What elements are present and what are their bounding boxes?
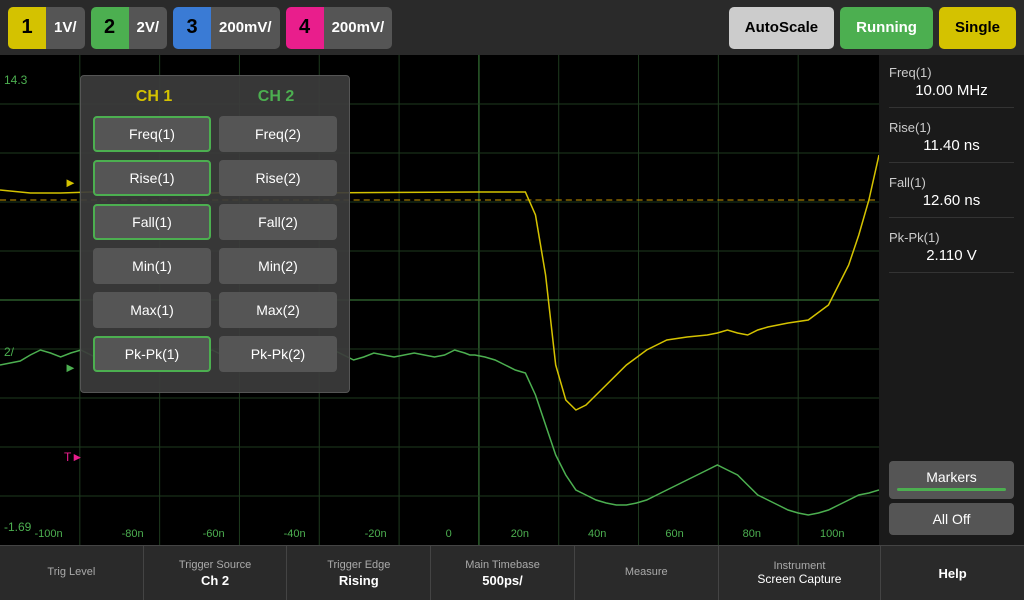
x-label-3: -40n [284,528,306,540]
x-label-10: 100n [820,528,844,540]
measure-btn-rise-1-[interactable]: Rise(1) [93,160,211,196]
help-label: Help [939,566,967,581]
main-timebase-value: 500ps/ [482,573,522,588]
measure-btn-pk-pk-2-[interactable]: Pk-Pk(2) [219,336,337,372]
y-label-mid: 2/ [4,345,14,359]
measurement-item: Rise(1) 11.40 ns [889,120,1014,163]
measurement-value: 2.110 V [889,247,1014,264]
measure-btn-freq-1-[interactable]: Freq(1) [93,116,211,152]
trigger-edge-button[interactable]: Trigger Edge Rising [287,546,431,600]
markers-label: Markers [926,469,977,485]
trigger-edge-value: Rising [339,573,379,588]
measure-title: Measure [625,566,668,578]
measurement-item: Freq(1) 10.00 MHz [889,65,1014,108]
ch4-number: 4 [286,7,324,49]
measurement-label: Rise(1) [889,120,1014,135]
measure-button[interactable]: Measure [575,546,719,600]
measure-row: Freq(1)Freq(2) [93,116,337,152]
ch2-button[interactable]: 2 2V/ [91,7,168,49]
measurement-value: 10.00 MHz [889,82,1014,99]
x-label-0: -100n [34,528,62,540]
bottom-bar: Trig Level Trigger Source Ch 2 Trigger E… [0,545,1024,600]
trig-level-title: Trig Level [47,566,95,578]
measure-btn-max-1-[interactable]: Max(1) [93,292,211,328]
trig-level-button[interactable]: Trig Level [0,546,144,600]
measure-btn-pk-pk-1-[interactable]: Pk-Pk(1) [93,336,211,372]
ch3-scale: 200mV/ [211,7,280,49]
x-label-5: 0 [446,528,452,540]
ch4-button[interactable]: 4 200mV/ [286,7,393,49]
instrument-title: Instrument [773,560,825,572]
trigger-source-value: Ch 2 [201,573,229,588]
instrument-subtitle: Screen Capture [757,572,841,586]
measure-row: Fall(1)Fall(2) [93,204,337,240]
x-label-7: 40n [588,528,606,540]
alloff-button[interactable]: All Off [889,503,1014,535]
ch1-marker-arrow: ► [64,175,77,190]
markers-button[interactable]: Markers [889,461,1014,499]
trigger-source-title: Trigger Source [179,559,251,571]
main-area: 14.3 2/ -1.69 ► ► T► CH 1 CH 2 Freq(1)Fr… [0,55,1024,545]
markers-indicator [897,488,1006,491]
measurement-value: 11.40 ns [889,137,1014,154]
right-panel: Freq(1) 10.00 MHz Rise(1) 11.40 ns Fall(1) 12… [879,55,1024,545]
main-timebase-title: Main Timebase [465,559,540,571]
ch1-number: 1 [8,7,46,49]
measure-ch2-label: CH 2 [258,88,294,106]
ch2-number: 2 [91,7,129,49]
autoscale-button[interactable]: AutoScale [729,7,834,49]
trigger-marker: T► [64,450,83,464]
measurement-item: Pk-Pk(1) 2.110 V [889,230,1014,273]
scope-display: 14.3 2/ -1.69 ► ► T► CH 1 CH 2 Freq(1)Fr… [0,55,879,545]
running-button[interactable]: Running [840,7,933,49]
ch3-button[interactable]: 3 200mV/ [173,7,280,49]
measure-row: Rise(1)Rise(2) [93,160,337,196]
measure-row: Pk-Pk(1)Pk-Pk(2) [93,336,337,372]
measure-row: Max(1)Max(2) [93,292,337,328]
x-axis-labels: -100n -80n -60n -40n -20n 0 20n 40n 60n … [0,528,879,540]
trigger-edge-title: Trigger Edge [327,559,390,571]
measure-btn-max-2-[interactable]: Max(2) [219,292,337,328]
measurement-label: Pk-Pk(1) [889,230,1014,245]
instrument-button[interactable]: Instrument Screen Capture [719,546,882,600]
trigger-source-button[interactable]: Trigger Source Ch 2 [144,546,288,600]
measurement-list: Freq(1) 10.00 MHz Rise(1) 11.40 ns Fall(1) 12… [889,65,1014,285]
measure-btn-min-2-[interactable]: Min(2) [219,248,337,284]
measure-ch1-label: CH 1 [136,88,172,106]
ch3-number: 3 [173,7,211,49]
measurement-label: Freq(1) [889,65,1014,80]
measure-btn-fall-2-[interactable]: Fall(2) [219,204,337,240]
x-label-4: -20n [365,528,387,540]
measurement-item: Fall(1) 12.60 ns [889,175,1014,218]
measure-row: Min(1)Min(2) [93,248,337,284]
measurement-value: 12.60 ns [889,192,1014,209]
measure-header: CH 1 CH 2 [93,88,337,106]
x-label-8: 60n [665,528,683,540]
x-label-1: -80n [122,528,144,540]
measure-btn-fall-1-[interactable]: Fall(1) [93,204,211,240]
measure-btn-freq-2-[interactable]: Freq(2) [219,116,337,152]
help-button[interactable]: Help [881,546,1024,600]
ch1-button[interactable]: 1 1V/ [8,7,85,49]
single-button[interactable]: Single [939,7,1016,49]
measure-btn-min-1-[interactable]: Min(1) [93,248,211,284]
measure-panel: CH 1 CH 2 Freq(1)Freq(2)Rise(1)Rise(2)Fa… [80,75,350,393]
x-label-6: 20n [511,528,529,540]
x-label-2: -60n [203,528,225,540]
top-bar: 1 1V/ 2 2V/ 3 200mV/ 4 200mV/ AutoScale … [0,0,1024,55]
ch2-scale: 2V/ [129,7,168,49]
main-timebase-button[interactable]: Main Timebase 500ps/ [431,546,575,600]
y-label-top: 14.3 [4,73,27,87]
ch1-scale: 1V/ [46,7,85,49]
measure-btn-rise-2-[interactable]: Rise(2) [219,160,337,196]
measure-rows: Freq(1)Freq(2)Rise(1)Rise(2)Fall(1)Fall(… [93,116,337,372]
x-label-9: 80n [743,528,761,540]
ch4-scale: 200mV/ [324,7,393,49]
ch2-marker-arrow: ► [64,360,77,375]
measurement-label: Fall(1) [889,175,1014,190]
